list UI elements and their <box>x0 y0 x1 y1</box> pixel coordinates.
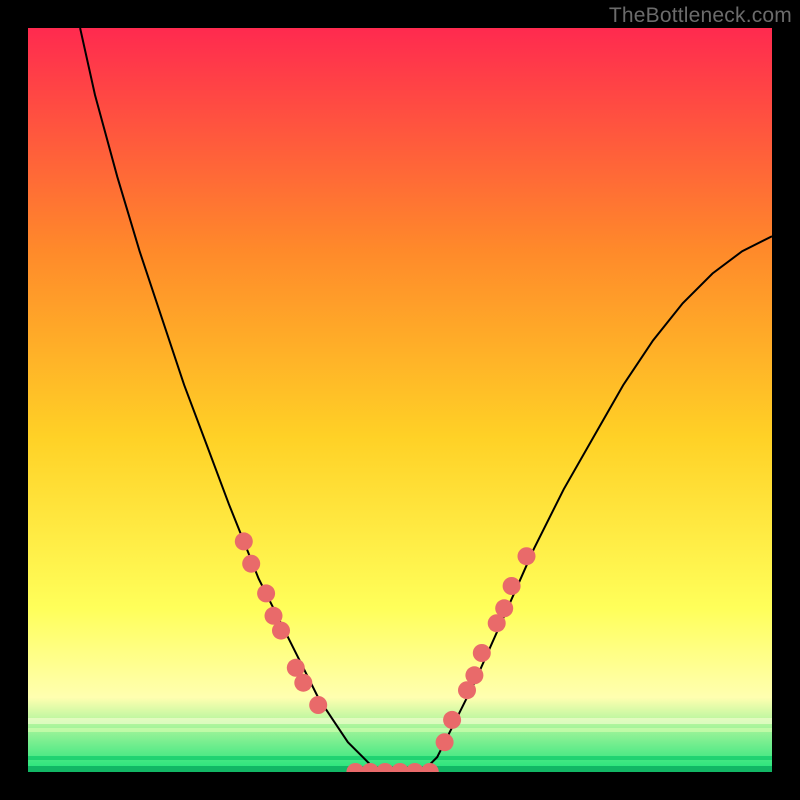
dot-right-4 <box>473 644 491 662</box>
gradient-background <box>28 28 772 772</box>
band-pale-2 <box>28 728 772 732</box>
watermark-text: TheBottleneck.com <box>609 4 792 28</box>
dot-left-4 <box>272 622 290 640</box>
dot-right-0 <box>436 733 454 751</box>
dot-left-7 <box>309 696 327 714</box>
dot-right-8 <box>518 547 536 565</box>
bottleneck-chart <box>28 28 772 772</box>
dot-right-6 <box>495 599 513 617</box>
dot-right-1 <box>443 711 461 729</box>
dot-left-1 <box>242 555 260 573</box>
band-pale-1 <box>28 718 772 724</box>
band-green-1 <box>28 756 772 760</box>
dot-right-3 <box>465 666 483 684</box>
dot-left-6 <box>294 674 312 692</box>
dot-left-0 <box>235 532 253 550</box>
chart-frame <box>28 28 772 772</box>
dot-left-2 <box>257 584 275 602</box>
dot-right-7 <box>503 577 521 595</box>
